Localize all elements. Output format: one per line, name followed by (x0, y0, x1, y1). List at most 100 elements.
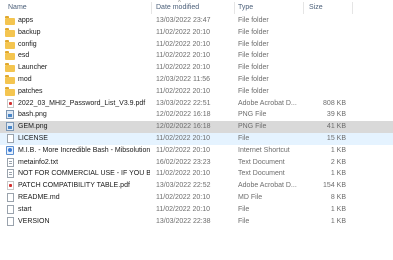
file-row[interactable]: start 11/02/2022 20:10 File 1 KB (0, 204, 393, 216)
file-type: MD File (238, 193, 263, 201)
file-row[interactable]: LICENSE 11/02/2022 20:10 File 15 KB (0, 132, 393, 145)
file-name: backup (18, 28, 41, 36)
file-date: 12/03/2022 11:56 (156, 75, 210, 83)
file-size: 1 KB (330, 146, 346, 154)
folder-icon (5, 86, 15, 96)
file-date: 11/02/2022 20:10 (156, 87, 210, 95)
file-date: 11/02/2022 20:10 (156, 64, 210, 72)
file-size: 15 KB (326, 134, 346, 142)
file-size (306, 74, 346, 86)
file-date: 11/02/2022 20:10 (156, 193, 210, 201)
file-row[interactable]: bash.png 12/02/2022 16:18 PNG File 39 KB (0, 109, 393, 121)
file-name: M.I.B. - More Incredible Bash - Mibsolut… (18, 146, 150, 154)
folder-icon (5, 39, 15, 49)
file-type: File folder (238, 17, 269, 24)
txt-icon (7, 169, 14, 179)
file-date: 16/02/2022 23:23 (156, 158, 211, 166)
file-size: 1 KB (330, 217, 346, 225)
folder-icon (5, 51, 15, 61)
file-type: Adobe Acrobat D... (238, 99, 297, 107)
file-row[interactable]: M.I.B. - More Incredible Bash - Mibsolut… (0, 145, 393, 157)
column-divider[interactable] (303, 2, 304, 14)
column-divider[interactable] (151, 2, 152, 14)
file-name: GEM.png (18, 123, 48, 131)
column-divider[interactable] (234, 2, 235, 14)
folder-icon (5, 16, 15, 25)
column-divider[interactable] (352, 2, 353, 14)
file-size (306, 62, 346, 74)
file-size: 808 KB (323, 99, 346, 107)
url-icon (6, 145, 14, 155)
column-type-header[interactable]: Type (238, 0, 253, 16)
pdf-icon (7, 181, 14, 191)
file-type: Text Document (238, 170, 285, 178)
column-size-header[interactable]: Size (309, 0, 323, 16)
png-icon (6, 122, 14, 132)
file-type: File (238, 217, 250, 225)
file-date: 11/02/2022 20:10 (156, 170, 210, 178)
file-date: 13/03/2022 22:52 (156, 182, 211, 190)
file-size: 2 KB (330, 158, 346, 166)
file-date: 13/03/2022 22:38 (156, 217, 211, 225)
file-size (306, 50, 346, 62)
file-size: 1 KB (330, 205, 346, 213)
file-type: Text Document (238, 158, 285, 166)
file-row[interactable]: patches 11/02/2022 20:10 File folder (0, 86, 393, 98)
file-date: 11/02/2022 20:10 (156, 28, 210, 36)
file-row[interactable]: VERSION 13/03/2022 22:38 File 1 KB (0, 216, 393, 228)
file-date: 13/03/2022 22:51 (156, 99, 211, 107)
txt-icon (7, 157, 14, 167)
file-size: 8 KB (330, 193, 346, 201)
file-row[interactable]: mod 12/03/2022 11:56 File folder (0, 74, 393, 86)
column-date-header[interactable]: Date modified (156, 0, 199, 16)
file-name: patches (18, 87, 43, 95)
file-row[interactable]: config 11/02/2022 20:10 File folder (0, 39, 393, 51)
file-name: 2022_03_MHI2_Password_List_V3.9.pdf (18, 99, 146, 107)
file-row[interactable]: Launcher 11/02/2022 20:10 File folder (0, 62, 393, 74)
file-type: PNG File (238, 111, 267, 119)
file-name: metainfo2.txt (18, 158, 59, 166)
file-list: apps 13/03/2022 23:47 File folder backup 11/… (0, 15, 393, 227)
file-row[interactable]: NOT FOR COMMERCIAL USE - IF YOU BOUGHT 11… (0, 168, 393, 180)
file-name: LICENSE (18, 134, 48, 142)
file-type: File folder (238, 75, 269, 83)
file-type: Adobe Acrobat D... (238, 182, 297, 190)
file-size (306, 27, 346, 39)
file-type: Internet Shortcut (238, 146, 290, 154)
doc-icon (7, 192, 14, 202)
file-row[interactable]: PATCH COMPATIBILITY TABLE.pdf 13/03/2022 … (0, 180, 393, 192)
file-name: bash.png (18, 111, 47, 119)
file-name: Launcher (18, 64, 48, 72)
file-date: 11/02/2022 20:10 (156, 134, 210, 142)
doc-icon (7, 204, 14, 214)
file-name: NOT FOR COMMERCIAL USE - IF YOU BOUGHT (18, 170, 150, 178)
file-type: File (238, 205, 250, 213)
file-date: 11/02/2022 20:10 (156, 146, 210, 154)
folder-icon (5, 74, 15, 84)
file-row[interactable]: esd 11/02/2022 20:10 File folder (0, 50, 393, 62)
column-name-header[interactable]: Name (8, 0, 27, 16)
file-type: File folder (238, 40, 269, 48)
file-row[interactable]: apps 13/03/2022 23:47 File folder (0, 15, 393, 27)
file-name: esd (18, 52, 30, 60)
file-name: mod (18, 75, 32, 83)
file-row[interactable]: GEM.png 12/02/2022 16:18 PNG File 41 KB (0, 121, 393, 133)
file-size: 41 KB (326, 123, 346, 131)
folder-icon (5, 27, 15, 37)
file-date: 13/03/2022 23:47 (156, 17, 211, 24)
file-date: 12/02/2022 16:18 (156, 111, 211, 119)
pdf-icon (7, 98, 14, 108)
file-row[interactable]: 2022_03_MHI2_Password_List_V3.9.pdf 13/03… (0, 98, 393, 110)
file-date: 12/02/2022 16:18 (156, 123, 211, 131)
file-type: File folder (238, 64, 269, 72)
file-name: PATCH COMPATIBILITY TABLE.pdf (18, 182, 130, 190)
folder-icon (5, 63, 15, 73)
file-date: 11/02/2022 20:10 (156, 52, 210, 60)
file-row[interactable]: metainfo2.txt 16/02/2022 23:23 Text Docume… (0, 157, 393, 169)
file-row[interactable]: backup 11/02/2022 20:10 File folder (0, 27, 393, 39)
doc-icon (7, 216, 14, 226)
file-row[interactable]: README.md 11/02/2022 20:10 MD File 8 KB (0, 192, 393, 204)
png-icon (6, 110, 14, 120)
file-type: File folder (238, 52, 269, 60)
file-size: 1 KB (330, 170, 346, 178)
